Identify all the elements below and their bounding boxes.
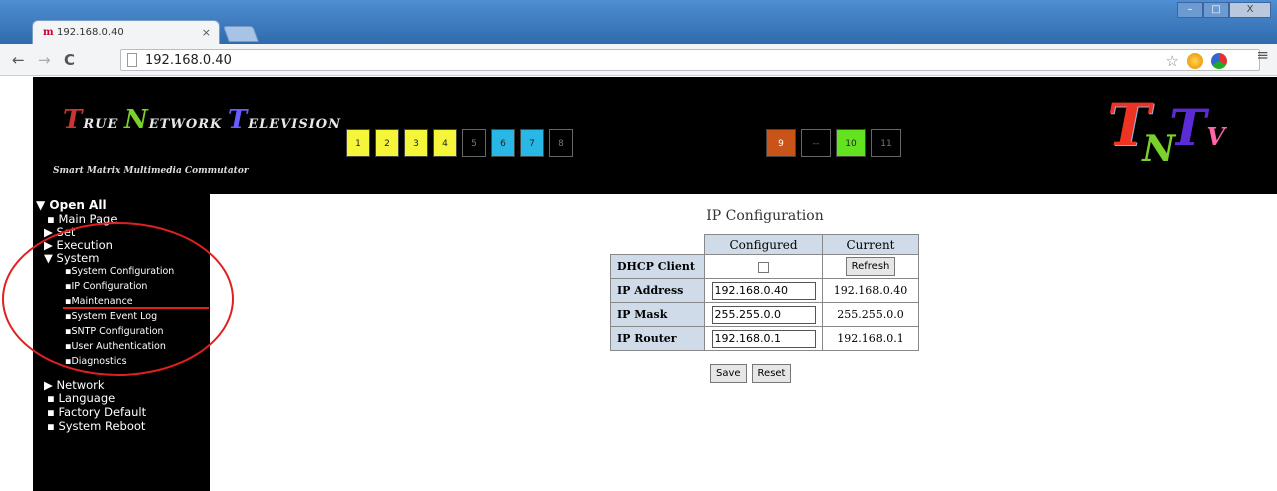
page-icon bbox=[127, 53, 137, 67]
channel-button-2[interactable]: 2 bbox=[375, 129, 399, 157]
channel-group-a: 1 2 3 4 5 6 7 8 bbox=[346, 129, 578, 157]
reset-button[interactable]: Reset bbox=[751, 364, 792, 383]
maximize-button[interactable]: □ bbox=[1203, 2, 1229, 18]
channel-button-1[interactable]: 1 bbox=[346, 129, 370, 157]
brand-v: V bbox=[1206, 122, 1225, 151]
sidebar-item-label: System Reboot bbox=[58, 419, 146, 433]
channel-group-b: 9 -- 10 11 bbox=[766, 129, 906, 157]
site-header: TRUE NETWORK TELEVISION Smart Matrix Mul… bbox=[33, 77, 1277, 194]
address-bar[interactable]: 192.168.0.40 ☆ bbox=[120, 49, 1260, 71]
channel-button-3[interactable]: 3 bbox=[404, 129, 428, 157]
row-label-ip-address: IP Address bbox=[610, 278, 705, 303]
channel-button-6[interactable]: 6 bbox=[491, 129, 515, 157]
header-empty-cell bbox=[610, 234, 705, 255]
new-tab-button[interactable] bbox=[223, 26, 259, 42]
channel-button-10[interactable]: 10 bbox=[836, 129, 866, 157]
ip-mask-input[interactable] bbox=[711, 305, 816, 324]
sidebar-item-language[interactable]: ▪ Language bbox=[47, 392, 115, 404]
page-title: IP Configuration bbox=[706, 208, 824, 224]
sidebar-item-label: Factory Default bbox=[58, 405, 147, 419]
bullet-icon: ▪ bbox=[47, 212, 55, 226]
browser-tab[interactable]: m 192.168.0.40 × bbox=[32, 20, 220, 44]
table-row: IP Router 192.168.0.1 bbox=[610, 326, 919, 351]
sidebar-item-network[interactable]: ▶ Network bbox=[44, 379, 105, 391]
ip-address-input[interactable] bbox=[711, 281, 816, 300]
table-header-row: Configured Current bbox=[610, 234, 919, 255]
column-header-current: Current bbox=[822, 234, 919, 255]
sidebar-item-system-reboot[interactable]: ▪ System Reboot bbox=[47, 420, 145, 432]
bullet-icon: ▪ bbox=[47, 405, 55, 419]
extension-icon[interactable] bbox=[1187, 53, 1203, 69]
save-button[interactable]: Save bbox=[710, 364, 747, 383]
browser-toolbar: ← → C 192.168.0.40 ☆ ≡ bbox=[0, 44, 1277, 76]
row-label-ip-mask: IP Mask bbox=[610, 302, 705, 327]
minimize-button[interactable]: – bbox=[1177, 2, 1203, 18]
menu-icon[interactable]: ≡ bbox=[1256, 46, 1269, 64]
bullet-icon: ▪ bbox=[47, 419, 55, 433]
ip-config-table: Configured Current DHCP Client Refresh I… bbox=[610, 234, 919, 351]
logo-word-television: ELEVISION bbox=[248, 117, 342, 132]
dhcp-cell bbox=[704, 254, 823, 279]
logo-title: TRUE NETWORK TELEVISION bbox=[63, 105, 341, 135]
extension-color-icon[interactable] bbox=[1211, 53, 1227, 69]
table-row: IP Address 192.168.0.40 bbox=[610, 278, 919, 303]
sidebar-item-factory-default[interactable]: ▪ Factory Default bbox=[47, 406, 146, 418]
logo-letter-t2: T bbox=[227, 105, 249, 135]
logo-word-network: ETWORK bbox=[148, 117, 228, 132]
sidebar-item-label: Language bbox=[58, 391, 116, 405]
channel-button-4[interactable]: 4 bbox=[433, 129, 457, 157]
back-icon[interactable]: ← bbox=[12, 51, 25, 69]
close-window-button[interactable]: X bbox=[1229, 2, 1271, 18]
sidebar-item-label: Network bbox=[56, 378, 105, 392]
red-circle-annotation bbox=[2, 222, 234, 376]
window-controls: – □ X bbox=[1177, 2, 1271, 18]
row-label-dhcp: DHCP Client bbox=[610, 254, 705, 279]
logo-letter-t: T bbox=[63, 105, 84, 135]
channel-button-11[interactable]: 11 bbox=[871, 129, 901, 157]
tntv-logo: TNTV bbox=[1107, 91, 1225, 170]
ip-router-current: 192.168.0.1 bbox=[822, 326, 919, 351]
dhcp-checkbox[interactable] bbox=[758, 261, 769, 273]
row-label-ip-router: IP Router bbox=[610, 326, 705, 351]
ip-address-current: 192.168.0.40 bbox=[822, 278, 919, 303]
forward-icon[interactable]: → bbox=[38, 51, 51, 69]
channel-button-8[interactable]: 8 bbox=[549, 129, 573, 157]
bullet-icon: ▪ bbox=[47, 391, 55, 405]
channel-button-empty[interactable]: -- bbox=[801, 129, 831, 157]
brand-n: N bbox=[1142, 128, 1176, 170]
close-tab-icon[interactable]: × bbox=[202, 26, 211, 39]
ip-address-cell bbox=[704, 278, 823, 303]
favicon-icon: m bbox=[43, 27, 54, 38]
bookmark-star-icon[interactable]: ☆ bbox=[1166, 52, 1179, 70]
sidebar-open-all[interactable]: ▼ Open All bbox=[36, 199, 107, 211]
channel-button-7[interactable]: 7 bbox=[520, 129, 544, 157]
table-row: DHCP Client Refresh bbox=[610, 254, 919, 279]
ip-router-input[interactable] bbox=[711, 329, 816, 348]
address-text: 192.168.0.40 bbox=[145, 53, 232, 68]
form-actions: Save Reset bbox=[710, 364, 792, 383]
browser-titlebar: m 192.168.0.40 × – □ X bbox=[0, 0, 1277, 44]
refresh-button[interactable]: Refresh bbox=[845, 257, 896, 276]
logo-subtitle: Smart Matrix Multimedia Commutator bbox=[53, 166, 249, 176]
tab-title: 192.168.0.40 bbox=[57, 27, 124, 38]
channel-button-5[interactable]: 5 bbox=[462, 129, 486, 157]
refresh-cell: Refresh bbox=[822, 254, 919, 279]
ip-mask-current: 255.255.0.0 bbox=[822, 302, 919, 327]
column-header-configured: Configured bbox=[704, 234, 823, 255]
expand-arrow-icon: ▶ bbox=[44, 378, 53, 392]
channel-button-9[interactable]: 9 bbox=[766, 129, 796, 157]
logo-letter-n: N bbox=[123, 105, 149, 135]
table-row: IP Mask 255.255.0.0 bbox=[610, 302, 919, 327]
ip-router-cell bbox=[704, 326, 823, 351]
reload-icon[interactable]: C bbox=[64, 51, 75, 69]
ip-mask-cell bbox=[704, 302, 823, 327]
logo-word-true: RUE bbox=[83, 117, 124, 132]
open-all-label: Open All bbox=[49, 198, 107, 212]
